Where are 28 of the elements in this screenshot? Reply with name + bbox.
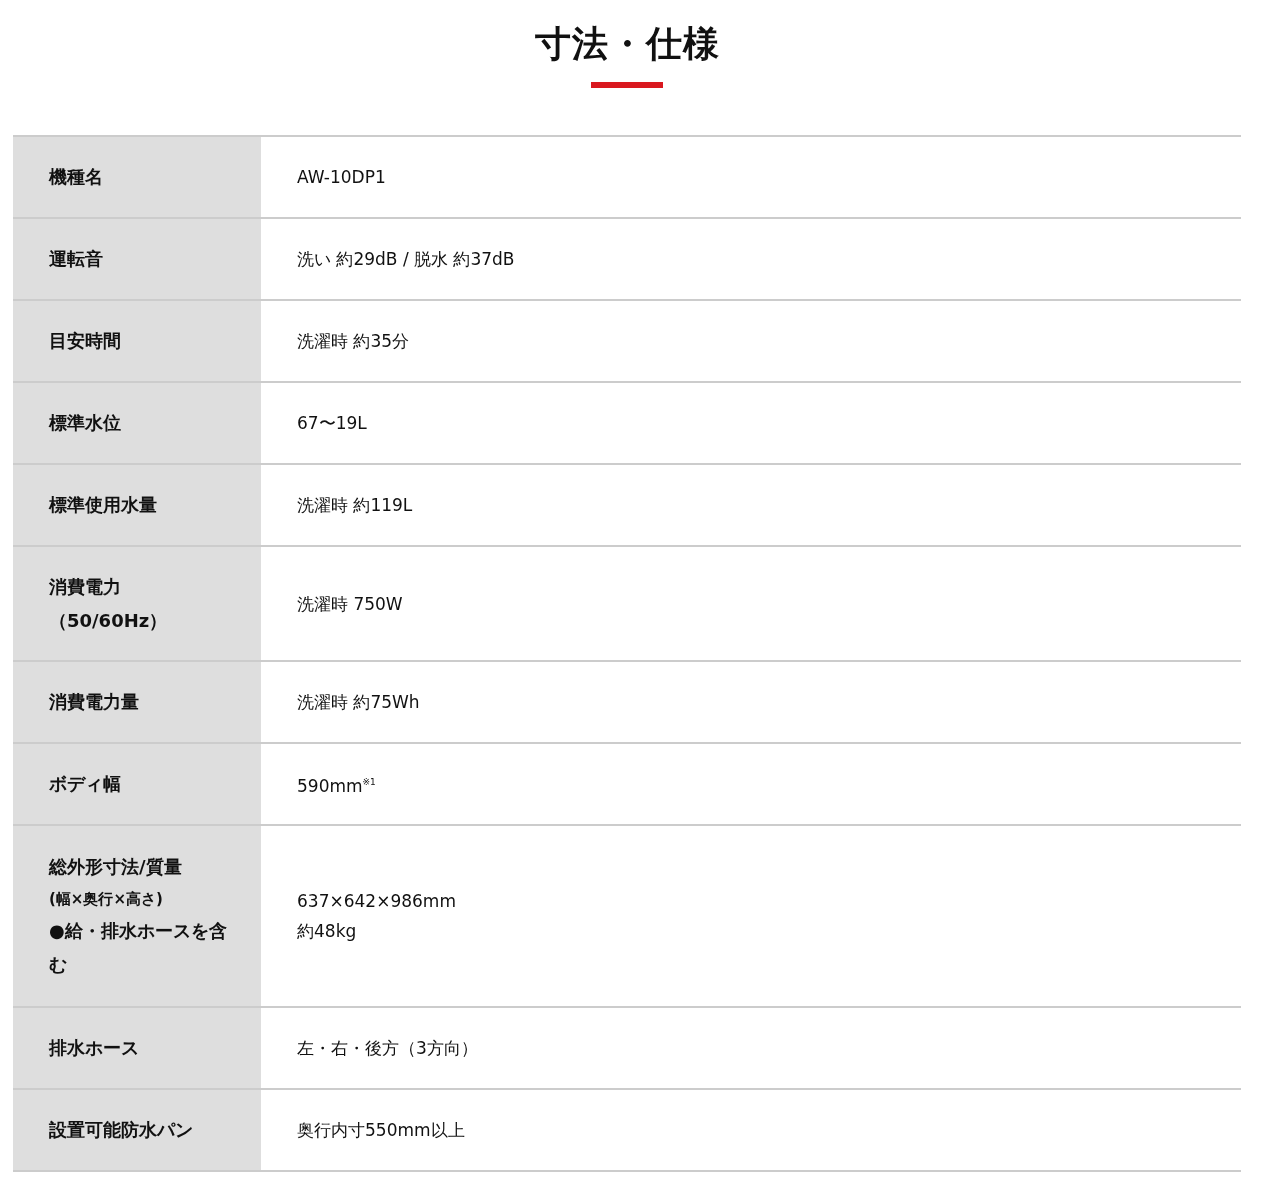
label-text: ボディ幅 (49, 772, 122, 796)
label-text: 総外形寸法/質量 (49, 855, 183, 879)
value-text: 約48kg (297, 920, 358, 943)
label-note: (幅×奥行×高さ) (49, 889, 164, 910)
value-text: 洗濯時 750W (297, 592, 404, 616)
value-text: 洗濯時 約119L (297, 494, 414, 517)
label-text: ●給・排水ホースを含む (49, 919, 228, 977)
value-text: 67〜19L (297, 412, 368, 435)
value-text: 左・右・後方（3方向） (297, 1037, 479, 1060)
value-text: 洗い 約29dB / 脱水 約37dB (297, 248, 516, 271)
label-text: 目安時間 (49, 329, 122, 353)
value-text: 奥行内寸550mm以上 (297, 1119, 466, 1142)
label-text: 標準水位 (49, 411, 122, 435)
value-text: AW-10DP1 (297, 166, 387, 189)
label-text: 運転音 (49, 247, 104, 271)
label-text: 標準使用水量 (49, 493, 158, 517)
value-text: 洗濯時 約35分 (297, 330, 411, 353)
label-text: （50/60Hz） (49, 608, 169, 633)
label-text: 排水ホース (49, 1036, 140, 1060)
value-text: 637×642×986mm (297, 890, 457, 913)
label-text: 機種名 (49, 165, 104, 189)
page-title: 寸法・仕様 (534, 22, 720, 66)
label-text: 消費電力量 (49, 690, 140, 714)
label-text: 消費電力 (49, 574, 122, 599)
label-text: 設置可能防水パン (49, 1118, 194, 1142)
value-text: 洗濯時 約75Wh (297, 691, 421, 714)
value-text: 590mm$^{※1}$ (297, 774, 377, 798)
title-underline (591, 82, 663, 88)
